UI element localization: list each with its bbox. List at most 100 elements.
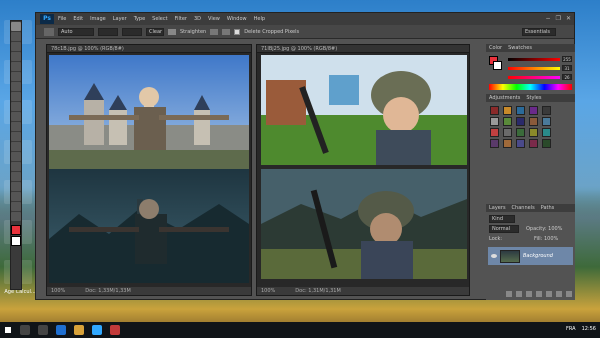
style-swatch[interactable] xyxy=(503,139,512,148)
tab-channels[interactable]: Channels xyxy=(512,205,535,211)
mask-icon[interactable] xyxy=(526,291,532,297)
photoshop-taskbar-icon[interactable] xyxy=(92,325,102,335)
edge-icon[interactable] xyxy=(56,325,66,335)
link-layers-icon[interactable] xyxy=(506,291,512,297)
canvas-image-dark-castle[interactable] xyxy=(49,169,249,283)
shape-tool-icon[interactable] xyxy=(11,192,21,201)
style-swatch[interactable] xyxy=(516,106,525,115)
close-button[interactable]: ✕ xyxy=(566,15,571,22)
color-ramp[interactable] xyxy=(489,84,572,90)
layer-name[interactable]: Background xyxy=(523,253,553,259)
menu-edit[interactable]: Edit xyxy=(73,16,83,22)
menu-select[interactable]: Select xyxy=(152,16,167,22)
eye-icon[interactable] xyxy=(491,254,497,258)
fx-icon[interactable] xyxy=(516,291,522,297)
menu-view[interactable]: View xyxy=(208,16,220,22)
maximize-button[interactable]: ❐ xyxy=(556,15,561,22)
blur-tool-icon[interactable] xyxy=(11,142,21,151)
eraser-tool-icon[interactable] xyxy=(11,122,21,131)
move-tool-icon[interactable] xyxy=(11,22,21,31)
hand-tool-icon[interactable] xyxy=(11,202,21,211)
style-swatch[interactable] xyxy=(529,117,538,126)
lasso-tool-icon[interactable] xyxy=(11,42,21,51)
style-swatch[interactable] xyxy=(516,139,525,148)
menu-3d[interactable]: 3D xyxy=(194,16,201,22)
style-swatch[interactable] xyxy=(542,106,551,115)
blue-value[interactable]: 26 xyxy=(562,74,572,80)
healing-tool-icon[interactable] xyxy=(11,82,21,91)
style-swatch[interactable] xyxy=(529,139,538,148)
width-field[interactable] xyxy=(98,27,118,36)
style-swatch[interactable] xyxy=(503,106,512,115)
file-explorer-icon[interactable] xyxy=(74,325,84,335)
background-color-swatch[interactable] xyxy=(11,236,21,246)
delete-cropped-checkbox[interactable] xyxy=(234,28,241,35)
bg-color-swatch[interactable] xyxy=(493,61,502,70)
opacity-field[interactable]: Opacity: 100% xyxy=(526,226,562,232)
minimize-button[interactable]: − xyxy=(546,15,551,22)
overlay-grid-icon[interactable] xyxy=(210,28,219,35)
menu-help[interactable]: Help xyxy=(254,16,265,22)
zoom-tool-icon[interactable] xyxy=(11,212,21,221)
menu-type[interactable]: Type xyxy=(134,16,145,22)
style-swatch[interactable] xyxy=(490,117,499,126)
tab-styles[interactable]: Styles xyxy=(526,95,541,101)
crop-tool-icon[interactable] xyxy=(11,62,21,71)
menu-image[interactable]: Image xyxy=(90,16,106,22)
adjustment-layer-icon[interactable] xyxy=(536,291,542,297)
green-value[interactable]: 31 xyxy=(562,65,572,71)
pen-tool-icon[interactable] xyxy=(11,162,21,171)
ratio-select[interactable]: Auto xyxy=(58,27,94,36)
style-swatch[interactable] xyxy=(529,106,538,115)
red-slider[interactable] xyxy=(508,58,560,61)
blend-mode-select[interactable]: Normal xyxy=(489,225,519,233)
green-slider[interactable] xyxy=(508,67,560,70)
tab-layers[interactable]: Layers xyxy=(489,205,506,211)
height-field[interactable] xyxy=(122,27,142,36)
marquee-tool-icon[interactable] xyxy=(11,32,21,41)
new-layer-icon[interactable] xyxy=(556,291,562,297)
search-icon[interactable] xyxy=(20,325,30,335)
style-swatch[interactable] xyxy=(542,139,551,148)
style-swatch[interactable] xyxy=(542,128,551,137)
eyedropper-tool-icon[interactable] xyxy=(11,72,21,81)
style-swatch[interactable] xyxy=(529,128,538,137)
app-taskbar-icon[interactable] xyxy=(110,325,120,335)
brush-tool-icon[interactable] xyxy=(11,92,21,101)
zoom-level[interactable]: 100% xyxy=(51,287,65,295)
gradient-tool-icon[interactable] xyxy=(11,132,21,141)
quick-select-tool-icon[interactable] xyxy=(11,52,21,61)
tab-paths[interactable]: Paths xyxy=(541,205,555,211)
menu-window[interactable]: Window xyxy=(227,16,247,22)
stamp-tool-icon[interactable] xyxy=(11,102,21,111)
trash-icon[interactable] xyxy=(566,291,572,297)
document-tab[interactable]: 71IBj25.jpg @ 100% (RGB/8#) xyxy=(257,45,469,53)
path-select-tool-icon[interactable] xyxy=(11,182,21,191)
dodge-tool-icon[interactable] xyxy=(11,152,21,161)
tab-adjustments[interactable]: Adjustments xyxy=(489,95,520,101)
layer-row-background[interactable]: Background xyxy=(488,247,573,265)
straighten-label[interactable]: Straighten xyxy=(180,29,206,35)
red-value[interactable]: 255 xyxy=(562,56,572,62)
crop-settings-gear-icon[interactable] xyxy=(222,28,231,35)
menu-filter[interactable]: Filter xyxy=(175,16,187,22)
canvas-image-boy-soldier-dark[interactable] xyxy=(261,169,467,279)
start-button[interactable] xyxy=(0,322,16,338)
style-swatch[interactable] xyxy=(490,106,499,115)
layer-filter-kind[interactable]: Kind xyxy=(489,215,515,223)
blue-slider[interactable] xyxy=(508,76,560,79)
style-swatch[interactable] xyxy=(490,128,499,137)
canvas-image-boy-soldier[interactable] xyxy=(261,55,467,165)
style-swatch[interactable] xyxy=(490,139,499,148)
type-tool-icon[interactable] xyxy=(11,172,21,181)
style-swatch[interactable] xyxy=(542,117,551,126)
foreground-color-swatch[interactable] xyxy=(11,225,21,235)
language-indicator[interactable]: FRA xyxy=(566,326,576,332)
style-swatch[interactable] xyxy=(516,128,525,137)
tab-swatches[interactable]: Swatches xyxy=(508,45,532,51)
workspace-select[interactable]: Essentials xyxy=(522,28,556,36)
style-swatch[interactable] xyxy=(503,117,512,126)
task-view-icon[interactable] xyxy=(38,325,48,335)
clear-button[interactable]: Clear xyxy=(146,27,164,36)
crop-tool-preset-icon[interactable] xyxy=(44,27,54,36)
